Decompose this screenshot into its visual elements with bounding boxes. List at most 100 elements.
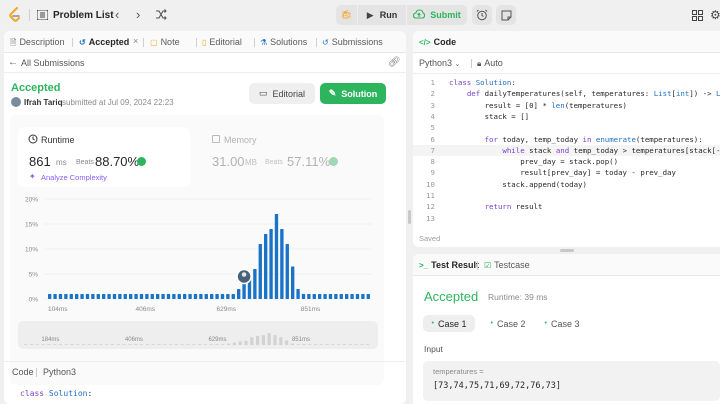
histogram-bar[interactable] [291,266,295,300]
histogram-bar[interactable] [156,294,160,299]
author-name[interactable]: Ifrah Tariq [24,98,63,107]
histogram-bar[interactable] [210,294,214,299]
histogram-bar[interactable] [312,294,316,299]
leetcode-logo-icon[interactable] [8,7,22,23]
share-link-icon[interactable]: 🔗︎ [388,57,401,68]
tab-solutions[interactable]: ⚗︎ Solutions [260,37,307,47]
editorial-button[interactable]: ▭ Editorial [249,83,315,104]
histogram-bar[interactable] [134,294,138,299]
histogram-bar[interactable] [231,294,235,299]
auto-mode-toggle[interactable]: 🔒︎ Auto [477,58,503,69]
problem-list-link[interactable]: Problem List [53,10,114,21]
submit-button[interactable]: Submit [407,5,467,25]
all-submissions-link[interactable]: All Submissions [21,58,85,68]
settings-gear-icon[interactable]: ⚙ [710,8,720,22]
code-editor[interactable]: 1 class Solution: 2 def dailyTemperatures(… [413,77,720,225]
code-line[interactable]: 3 result = [0] * len(temperatures) [413,100,720,111]
histogram-bar[interactable] [69,294,73,299]
histogram-bar[interactable] [48,294,52,299]
histogram-bar[interactable] [75,294,79,299]
histogram-bar[interactable] [172,294,176,299]
histogram-bar[interactable] [350,294,354,299]
histogram-bar[interactable] [301,294,306,299]
histogram-bar[interactable] [220,294,225,299]
histogram-bar[interactable] [112,294,117,299]
tab-accepted[interactable]: ↺ Accepted [79,37,129,47]
code-line[interactable]: 11 [413,190,720,201]
case-2-tab[interactable]: • Case 2 [482,315,534,332]
histogram-bar[interactable] [145,294,149,299]
histogram-bar[interactable] [183,294,187,299]
runtime-distribution-chart[interactable]: 20% 15% 10% 5% 0% 104ms 406ms 629ms 851ms [4,191,406,319]
code-line[interactable]: 2 def dailyTemperatures(self, temperatur… [413,88,720,99]
analyze-complexity-link[interactable]: Analyze Complexity [41,173,107,182]
histogram-bar[interactable] [328,294,333,299]
histogram-bar[interactable] [177,294,181,299]
histogram-bar[interactable] [118,294,122,299]
code-line[interactable]: 12 return result [413,201,720,212]
histogram-bar[interactable] [274,214,279,299]
histogram-bar[interactable] [237,289,241,299]
chevron-right-icon[interactable]: › [136,7,140,22]
histogram-bar[interactable] [96,294,100,299]
histogram-bar[interactable] [345,294,349,299]
avatar[interactable] [11,97,21,107]
debug-button[interactable]: 🐞︎ [336,5,357,25]
histogram-bar[interactable] [280,229,284,299]
problem-list-icon[interactable] [36,9,49,22]
histogram-bar[interactable] [102,294,106,299]
shuffle-icon[interactable] [155,9,167,22]
case-1-tab[interactable]: • Case 1 [423,315,475,332]
histogram-bar[interactable] [64,294,68,299]
tab-submissions[interactable]: ↺ Submissions [322,37,383,47]
histogram-bar[interactable] [366,294,370,299]
tab-description[interactable]: 🗎︎ Description [10,37,64,51]
histogram-bar[interactable] [269,229,273,299]
histogram-bar[interactable] [85,294,90,299]
histogram-bar[interactable] [264,234,268,299]
panel-resize-handle[interactable] [408,210,411,224]
code-line[interactable]: 1 class Solution: [413,77,720,88]
histogram-bar[interactable] [123,294,127,299]
tab-test-result[interactable]: >_ Test Result [419,260,479,270]
histogram-bar[interactable] [339,294,343,299]
panel-resize-handle[interactable] [560,249,574,252]
code-line[interactable]: 9 result[prev_day] = today - prev_day [413,167,720,178]
histogram-bar[interactable] [258,244,262,299]
histogram-bar[interactable] [307,294,311,299]
code-line[interactable]: 4 stack = [] [413,111,720,122]
histogram-bar[interactable] [150,294,154,299]
code-line[interactable]: 6 for today, temp_today in enumerate(tem… [413,134,720,145]
code-line[interactable]: 10 stack.append(today) [413,179,720,190]
histogram-bar[interactable] [53,294,57,299]
histogram-bar[interactable] [129,294,133,299]
histogram-bar[interactable] [253,269,257,299]
histogram-bar[interactable] [199,294,203,299]
layout-grid-icon[interactable] [692,10,703,23]
histogram-bar[interactable] [107,294,111,299]
tab-note[interactable]: ▢ Note [150,37,180,47]
histogram-bar[interactable] [204,294,208,299]
run-button[interactable]: ▶ Run [358,5,406,25]
histogram-bar[interactable] [355,294,360,299]
timer-button[interactable] [472,5,492,25]
code-line[interactable]: 13 [413,213,720,224]
histogram-bar[interactable] [58,294,63,299]
tab-testcase[interactable]: ☑ Testcase [484,260,530,270]
close-icon[interactable]: × [133,36,138,46]
histogram-bar[interactable] [139,294,144,299]
histogram-bar[interactable] [361,294,365,299]
tab-code[interactable]: </> Code [419,37,456,47]
code-line[interactable]: 5 [413,122,720,133]
histogram-bar[interactable] [188,294,192,299]
histogram-bar[interactable] [80,294,84,299]
code-line[interactable]: 7 while stack and temp_today > temperatu… [413,144,720,156]
back-arrow-icon[interactable]: ← [8,57,18,68]
histogram-bar[interactable] [193,294,198,299]
notes-button[interactable] [496,5,516,25]
histogram-bar[interactable] [323,294,327,299]
histogram-bar[interactable] [161,294,165,299]
code-line[interactable]: 8 prev_day = stack.pop() [413,156,720,167]
histogram-bar[interactable] [285,244,289,299]
histogram-bar[interactable] [226,294,230,299]
